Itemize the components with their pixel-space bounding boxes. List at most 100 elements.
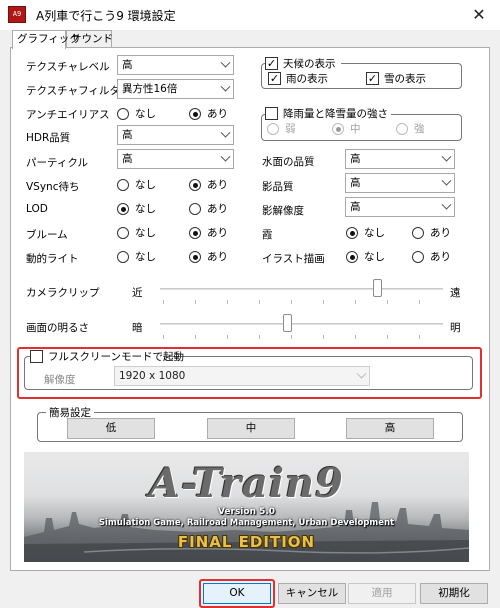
precipitation-checkbox-label: 降雨量と降雪量の強さ bbox=[283, 108, 388, 120]
chevron-down-icon bbox=[220, 127, 231, 138]
vsync-label: VSync待ち bbox=[26, 181, 80, 193]
camera-clip-slider-thumb[interactable] bbox=[373, 279, 383, 297]
chevron-down-icon bbox=[220, 81, 231, 92]
snow-checkbox-label: 雪の表示 bbox=[384, 73, 426, 85]
fog-on-radio[interactable]: あり bbox=[412, 226, 462, 240]
brightness-ticks bbox=[163, 335, 443, 339]
illustration-label: イラスト描画 bbox=[262, 253, 325, 265]
shadow-resolution-label: 影解像度 bbox=[262, 205, 304, 217]
resolution-select[interactable]: 1920 x 1080 bbox=[114, 366, 370, 386]
chevron-down-icon bbox=[220, 151, 231, 162]
water-quality-select[interactable]: 高 bbox=[345, 149, 455, 169]
vsync-off-radio[interactable]: なし bbox=[117, 178, 167, 192]
chevron-down-icon bbox=[441, 175, 452, 186]
particle-select[interactable]: 高 bbox=[117, 149, 234, 169]
rain-checkbox-label: 雨の表示 bbox=[286, 73, 328, 85]
chevron-down-icon bbox=[441, 199, 452, 210]
texture-filter-select[interactable]: 異方性16倍 bbox=[117, 79, 234, 99]
banner-logo: A-Train9 bbox=[149, 460, 344, 507]
camera-clip-ticks bbox=[163, 300, 443, 304]
camera-clip-max-label: 遠 bbox=[450, 287, 461, 299]
dynamic-light-label: 動的ライト bbox=[26, 253, 79, 265]
particle-label: パーティクル bbox=[26, 157, 89, 169]
precipitation-weak-radio[interactable]: 弱 bbox=[267, 122, 307, 136]
banner-version: Version 5.0 bbox=[217, 507, 276, 517]
lod-label: LOD bbox=[26, 203, 48, 215]
resolution-value: 1920 x 1080 bbox=[119, 370, 186, 382]
game-banner: A-Train9 Version 5.0 Simulation Game, Ra… bbox=[24, 452, 469, 562]
banner-edition: FINAL EDITION bbox=[177, 533, 316, 551]
texture-level-select[interactable]: 高 bbox=[117, 55, 234, 75]
lod-on-radio[interactable]: あり bbox=[189, 202, 239, 216]
fog-on-label: あり bbox=[430, 227, 451, 239]
water-quality-label: 水面の品質 bbox=[262, 156, 315, 168]
shadow-quality-select[interactable]: 高 bbox=[345, 173, 455, 193]
precipitation-strong-radio[interactable]: 強 bbox=[396, 122, 436, 136]
lod-off-radio[interactable]: なし bbox=[117, 202, 167, 216]
checkbox-box bbox=[265, 107, 278, 120]
ok-button[interactable]: OK bbox=[203, 583, 271, 604]
vsync-on-label: あり bbox=[207, 179, 228, 191]
texture-level-label: テクスチャレベル bbox=[26, 61, 110, 73]
brightness-label: 画面の明るさ bbox=[26, 322, 89, 334]
precipitation-medium-radio[interactable]: 中 bbox=[332, 122, 372, 136]
check-icon: ✓ bbox=[268, 72, 281, 85]
shadow-quality-value: 高 bbox=[350, 177, 361, 189]
cancel-button[interactable]: キャンセル bbox=[278, 583, 346, 604]
illustration-on-label: あり bbox=[430, 251, 451, 263]
weather-checkbox-label: 天候の表示 bbox=[283, 58, 336, 70]
quick-high-button[interactable]: 高 bbox=[346, 418, 434, 439]
bloom-on-radio[interactable]: あり bbox=[189, 226, 239, 240]
fog-off-radio[interactable]: なし bbox=[346, 226, 396, 240]
close-icon[interactable]: ✕ bbox=[466, 3, 492, 27]
apply-button[interactable]: 適用 bbox=[348, 583, 416, 604]
fog-label: 霞 bbox=[262, 229, 273, 241]
quick-medium-button[interactable]: 中 bbox=[207, 418, 295, 439]
texture-level-value: 高 bbox=[122, 59, 133, 71]
reset-button[interactable]: 初期化 bbox=[420, 583, 488, 604]
weather-checkbox[interactable]: ✓ 天候の表示 bbox=[265, 57, 341, 71]
illustration-on-radio[interactable]: あり bbox=[412, 250, 462, 264]
antialias-off-radio[interactable]: なし bbox=[117, 107, 167, 121]
lod-on-label: あり bbox=[207, 203, 228, 215]
lod-off-label: なし bbox=[135, 203, 156, 215]
illustration-off-radio[interactable]: なし bbox=[346, 250, 396, 264]
vsync-on-radio[interactable]: あり bbox=[189, 178, 239, 192]
window-title: A列車で行こう9 環境設定 bbox=[36, 9, 176, 23]
precipitation-checkbox[interactable]: 降雨量と降雪量の強さ bbox=[265, 107, 391, 121]
vsync-off-label: なし bbox=[135, 179, 156, 191]
precipitation-medium-label: 中 bbox=[350, 123, 361, 135]
resolution-label: 解像度 bbox=[44, 374, 76, 386]
brightness-min-label: 暗 bbox=[132, 322, 143, 334]
fullscreen-checkbox[interactable]: フルスクリーンモードで起動 bbox=[30, 350, 184, 364]
bloom-off-radio[interactable]: なし bbox=[117, 226, 167, 240]
camera-clip-track[interactable] bbox=[160, 288, 443, 290]
bloom-on-label: あり bbox=[207, 227, 228, 239]
tab-graphics[interactable]: グラフィック bbox=[12, 30, 80, 49]
hdr-label: HDR品質 bbox=[26, 132, 71, 144]
hdr-value: 高 bbox=[122, 129, 133, 141]
dynamic-light-off-radio[interactable]: なし bbox=[117, 250, 167, 264]
quick-low-button[interactable]: 低 bbox=[67, 418, 155, 439]
snow-checkbox[interactable]: ✓ 雪の表示 bbox=[366, 72, 456, 86]
hdr-select[interactable]: 高 bbox=[117, 125, 234, 145]
rain-checkbox[interactable]: ✓ 雨の表示 bbox=[268, 72, 358, 86]
dynamic-light-on-radio[interactable]: あり bbox=[189, 250, 239, 264]
camera-clip-min-label: 近 bbox=[132, 287, 143, 299]
banner-subtitle: Simulation Game, Railroad Management, Ur… bbox=[98, 518, 395, 528]
camera-clip-label: カメラクリップ bbox=[26, 287, 100, 299]
particle-value: 高 bbox=[122, 153, 133, 165]
texture-filter-value: 異方性16倍 bbox=[122, 83, 178, 95]
app-icon: A9 bbox=[8, 6, 26, 23]
shadow-resolution-value: 高 bbox=[350, 201, 361, 213]
antialias-on-radio[interactable]: あり bbox=[189, 107, 239, 121]
brightness-track[interactable] bbox=[160, 323, 443, 325]
brightness-slider-thumb[interactable] bbox=[282, 314, 292, 332]
bloom-label: ブルーム bbox=[26, 229, 68, 241]
precipitation-strong-label: 強 bbox=[414, 123, 425, 135]
dynamic-light-on-label: あり bbox=[207, 251, 228, 263]
fullscreen-checkbox-label: フルスクリーンモードで起動 bbox=[48, 351, 184, 363]
fog-off-label: なし bbox=[364, 227, 385, 239]
shadow-resolution-select[interactable]: 高 bbox=[345, 197, 455, 217]
antialias-label: アンチエイリアス bbox=[26, 109, 110, 121]
